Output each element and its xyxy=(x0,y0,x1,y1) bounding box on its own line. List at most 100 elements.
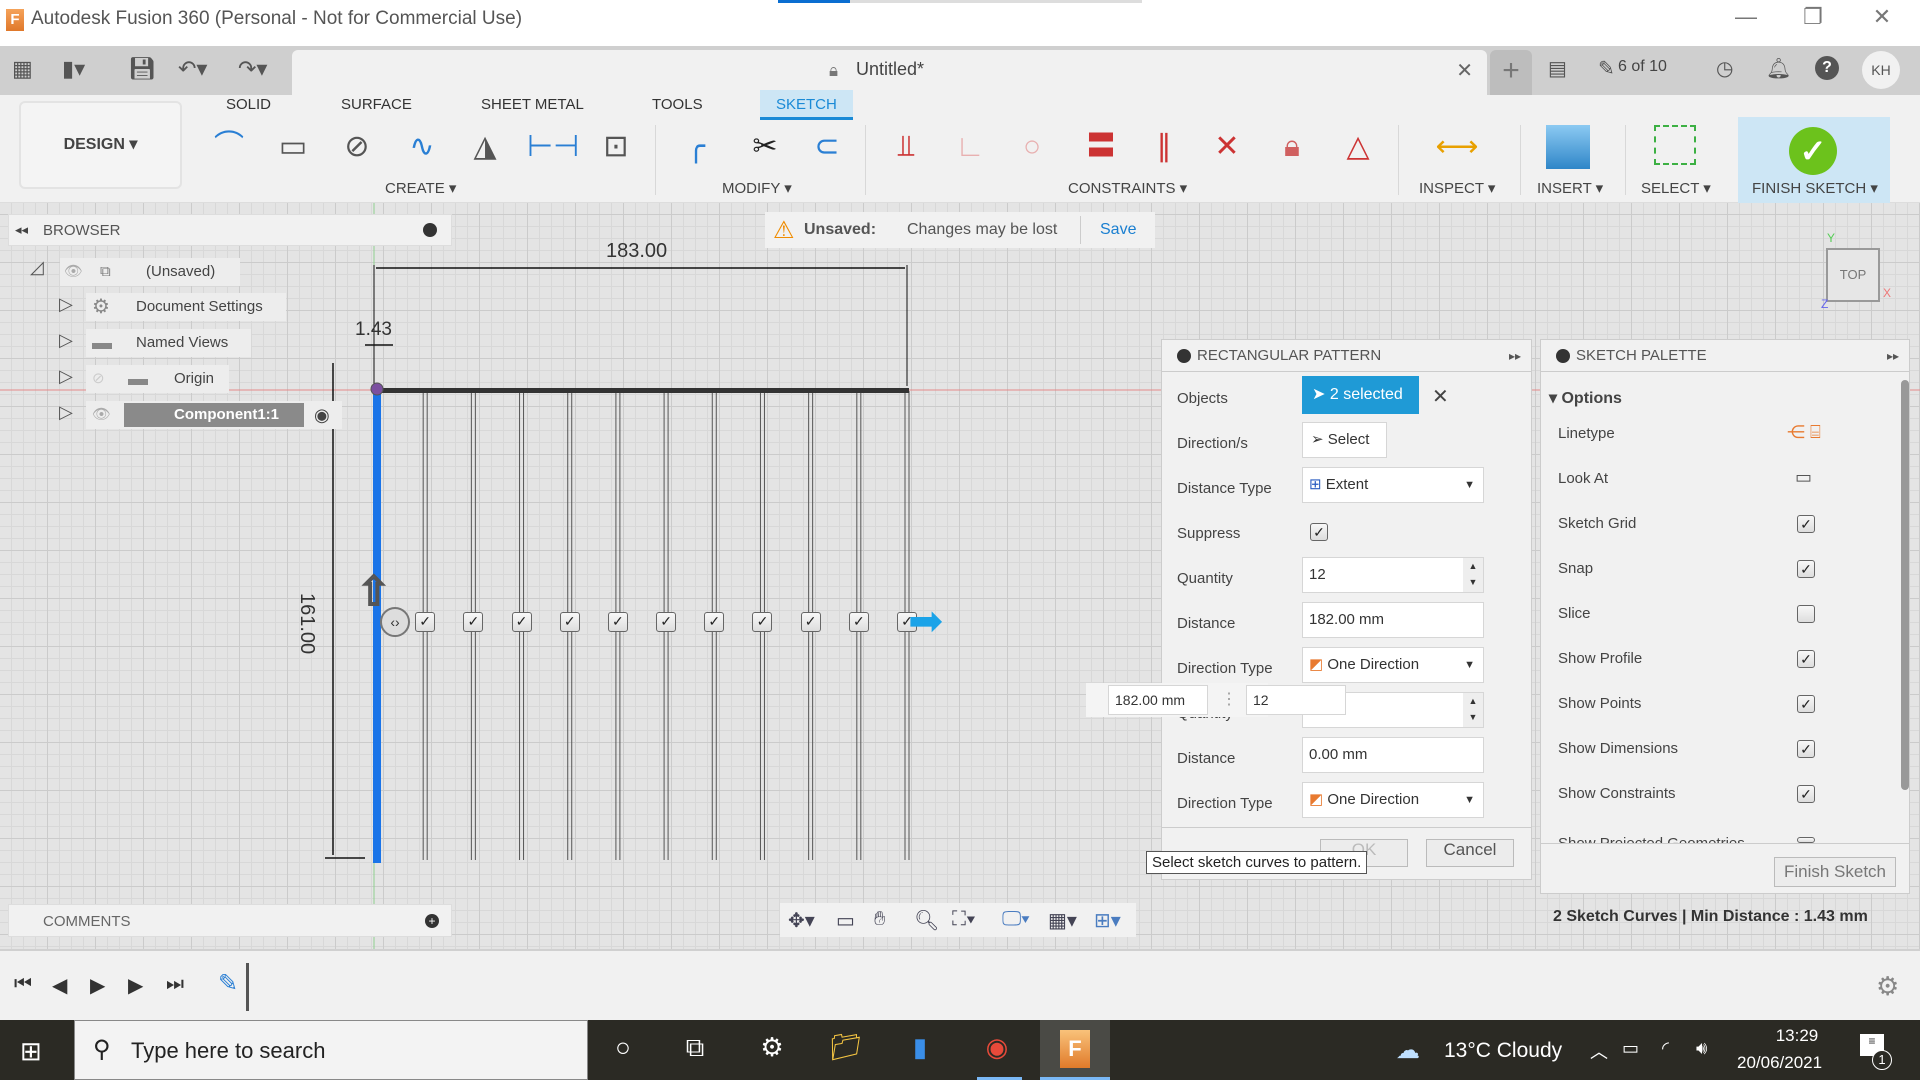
job-status-count[interactable]: 6 of 10 xyxy=(1618,58,1667,76)
clock-icon[interactable]: ◷ xyxy=(1716,56,1733,81)
palette-header[interactable]: SKETCH PALETTE ▸▸ xyxy=(1541,340,1909,372)
instance-suppress-checkbox[interactable]: ✓ xyxy=(752,612,773,632)
direction-up-arrow-icon[interactable]: ⇧ xyxy=(356,569,391,615)
modify-menu[interactable]: MODIFY ▾ xyxy=(722,179,792,197)
dimension-height[interactable]: 161.00 xyxy=(295,593,318,654)
window-select-icon[interactable] xyxy=(1654,125,1696,165)
hidden-eye-icon[interactable]: ⊘ xyxy=(92,365,105,393)
restore-button[interactable]: ❐ xyxy=(1793,4,1833,30)
instance-suppress-checkbox[interactable]: ✓ xyxy=(463,612,484,632)
expand-dialog-icon[interactable]: ▸▸ xyxy=(1509,340,1521,372)
add-comment-icon[interactable]: + xyxy=(425,914,439,928)
expand-root-icon[interactable]: ◿ xyxy=(30,257,44,278)
triangle-constraint-icon[interactable]: △ xyxy=(1334,125,1382,169)
collapse-browser-icon[interactable]: ◂◂ xyxy=(15,222,28,238)
look-at-icon[interactable]: ▭ xyxy=(836,908,855,933)
spline-tool-icon[interactable]: ∿ xyxy=(398,125,446,169)
clock-date[interactable]: 20/06/2021 xyxy=(1737,1053,1822,1073)
direction-type2-dropdown[interactable]: ◩ One Direction ▼ xyxy=(1302,782,1484,818)
collinear-constraint-icon[interactable]: ✕ xyxy=(1203,125,1251,169)
direction-right-arrow-icon[interactable]: ➡ xyxy=(908,600,943,642)
line-tool-icon[interactable]: ⌒ xyxy=(205,125,253,169)
sketch-feature-icon[interactable]: ✎ xyxy=(218,969,238,998)
workspace-switcher[interactable]: DESIGN ▾ xyxy=(19,101,182,189)
insert-image-icon[interactable] xyxy=(1546,125,1590,169)
instance-suppress-checkbox[interactable]: ✓ xyxy=(848,612,869,632)
last-step-icon[interactable]: ⏭ xyxy=(166,973,184,996)
zoom-icon[interactable]: 🔍︎ xyxy=(914,908,939,933)
close-window-button[interactable]: ✕ xyxy=(1862,4,1902,30)
finish-sketch-menu[interactable]: FINISH SKETCH ▾ xyxy=(1752,179,1878,197)
clock-time[interactable]: 13:29 xyxy=(1762,1026,1832,1046)
constraints-menu[interactable]: CONSTRAINTS ▾ xyxy=(1068,179,1187,197)
minimize-button[interactable]: — xyxy=(1726,4,1766,30)
browser-item-named-views[interactable]: ▬ Named Views xyxy=(86,329,251,357)
direction-type-dropdown[interactable]: ◩ One Direction ▼ xyxy=(1302,647,1484,683)
distance-type-dropdown[interactable]: ⊞ Extent ▼ xyxy=(1302,467,1484,503)
viewports-icon[interactable]: ⊞▾ xyxy=(1094,908,1121,933)
timeline-marker[interactable] xyxy=(246,963,249,1011)
instance-suppress-checkbox[interactable]: ✓ xyxy=(415,612,436,632)
help-icon[interactable]: ? xyxy=(1815,56,1839,80)
palette-option-checkbox[interactable]: ✓ xyxy=(1797,650,1815,668)
settings-gear-icon[interactable]: ⚙ xyxy=(752,1032,792,1063)
save-icon[interactable]: 💾︎ xyxy=(128,56,156,82)
cancel-button[interactable]: Cancel xyxy=(1426,839,1514,867)
dimension-width[interactable]: 183.00 xyxy=(606,240,667,263)
options-section-toggle[interactable]: ▾ Options xyxy=(1549,388,1622,408)
inline-quantity-input[interactable]: 12 xyxy=(1246,685,1346,715)
viewcube-top[interactable]: TOP xyxy=(1826,248,1880,302)
trim-scissors-icon[interactable]: ✂ xyxy=(741,125,789,169)
clear-selection-icon[interactable]: ✕ xyxy=(1432,384,1449,409)
tab-surface[interactable]: SURFACE xyxy=(325,90,428,120)
weather-cloud-icon[interactable]: ☁ xyxy=(1396,1036,1420,1065)
expand-origin-icon[interactable]: ▷ xyxy=(59,366,73,387)
dimension-gap[interactable]: 1.43 xyxy=(355,319,392,341)
file-explorer-icon[interactable]: 📁︎ xyxy=(826,1032,866,1063)
fillet-tool-icon[interactable]: ╭ xyxy=(672,125,720,169)
browser-item-origin[interactable]: ⊘ ▬ Origin xyxy=(86,365,229,393)
palette-minimize-icon[interactable] xyxy=(1556,349,1570,363)
create-menu[interactable]: CREATE ▾ xyxy=(385,179,456,197)
document-tab[interactable]: 🔒︎ Untitled* ✕ xyxy=(292,50,1487,95)
distance-input[interactable]: 182.00 mm xyxy=(1302,602,1484,638)
orbit-icon[interactable]: ✥▾ xyxy=(788,908,815,933)
instance-suppress-checkbox[interactable]: ✓ xyxy=(559,612,580,632)
dialog-header[interactable]: RECTANGULAR PATTERN ▸▸ xyxy=(1162,340,1531,372)
palette-scrollbar[interactable] xyxy=(1901,380,1909,790)
comments-icon[interactable]: ▤ xyxy=(1548,56,1567,81)
instance-suppress-checkbox[interactable]: ✓ xyxy=(656,612,677,632)
first-step-icon[interactable]: ⏮ xyxy=(14,973,32,996)
taskbar-search[interactable]: ⚲ Type here to search xyxy=(74,1020,588,1080)
undo-icon[interactable]: ↶▾ xyxy=(178,56,207,82)
parallel-constraint-icon[interactable]: ∥ xyxy=(1140,125,1188,169)
finish-sketch-palette-button[interactable]: Finish Sketch xyxy=(1774,857,1896,887)
look-at-icon[interactable]: ▭ xyxy=(1795,467,1812,488)
pan-hand-icon[interactable]: ✋︎ xyxy=(874,908,885,931)
palette-option-checkbox[interactable]: ✓ xyxy=(1797,695,1815,713)
save-link[interactable]: Save xyxy=(1100,221,1136,239)
expand-named-views-icon[interactable]: ▷ xyxy=(59,330,73,351)
palette-option-checkbox[interactable]: ✓ xyxy=(1797,515,1815,533)
equal-constraint-icon[interactable]: 〓 xyxy=(1077,125,1125,169)
dialog-minimize-icon[interactable] xyxy=(1177,349,1191,363)
display-settings-icon[interactable]: 🖵▾ xyxy=(1002,908,1030,931)
offset-tool-icon[interactable]: ⊂ xyxy=(803,125,851,169)
fix-constraint-icon[interactable]: ⫫ xyxy=(882,125,930,169)
file-menu-icon[interactable]: ▮▾ xyxy=(62,56,85,82)
directions-selector[interactable]: ➢ Select xyxy=(1302,422,1387,458)
cortana-icon[interactable]: ○ xyxy=(603,1032,643,1063)
visibility-eye-icon[interactable]: 👁︎ xyxy=(92,401,111,429)
tab-solid[interactable]: SOLID xyxy=(210,90,287,120)
tangent-constraint-icon[interactable]: ○ xyxy=(1008,125,1056,169)
wifi-icon[interactable]: ◜ xyxy=(1662,1038,1669,1059)
fit-window-icon[interactable]: ⛶▾ xyxy=(952,908,976,931)
notifications-bell-icon[interactable]: 🔔︎ xyxy=(1766,56,1791,81)
browser-item-root[interactable]: 👁︎ ⧉ (Unsaved) xyxy=(60,258,240,286)
expand-palette-icon[interactable]: ▸▸ xyxy=(1887,340,1899,372)
linetype-construction-icon[interactable]: ⋲ ⌸ xyxy=(1787,422,1821,443)
quantity-stepper[interactable]: 12 ▲ ▼ xyxy=(1302,557,1484,593)
task-view-icon[interactable]: ⧉ xyxy=(675,1032,715,1064)
chrome-icon[interactable]: ◉ xyxy=(977,1032,1017,1063)
timeline-settings-gear-icon[interactable]: ⚙ xyxy=(1876,971,1899,1002)
